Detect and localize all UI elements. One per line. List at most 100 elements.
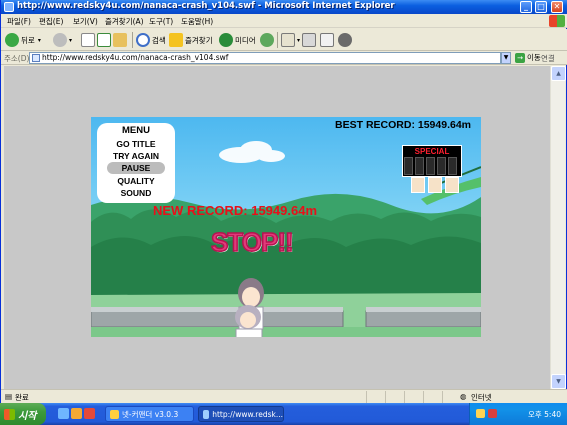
menu-pause-button[interactable]: PAUSE [107, 162, 165, 174]
taskbar: 시작 넷-커맨더 v3.0.3 http://www.redsk... 오후 5… [0, 403, 567, 425]
stop-icon [81, 33, 95, 47]
address-input[interactable]: http://www.redsky4u.com/nanaca-crash_v10… [29, 52, 501, 64]
special-panel: SPECIAL [402, 145, 462, 177]
mail-icon [281, 33, 295, 47]
close-button[interactable]: ✕ [551, 1, 563, 13]
stop-button[interactable] [81, 32, 97, 48]
globe-icon: ◍ [460, 392, 467, 401]
scroll-up-icon[interactable]: ▲ [551, 66, 566, 81]
standard-toolbar: 뒤로 ▾ ▾ 검색 즐겨찾기 미디어 ▾ [1, 29, 567, 51]
character-portrait [428, 177, 442, 193]
go-label: 이동 [527, 53, 541, 62]
quicklaunch-app-icon[interactable] [71, 408, 82, 419]
character-portrait [445, 177, 459, 193]
home-icon [113, 33, 127, 47]
ground-strip [91, 327, 481, 337]
menu-quality-button[interactable]: QUALITY [107, 175, 165, 187]
road-wall-mid [262, 310, 344, 328]
tray-icon[interactable] [488, 409, 497, 418]
special-slot [426, 157, 435, 175]
minimize-button[interactable]: _ [520, 1, 532, 13]
favorites-label: 즐겨찾기 [185, 35, 213, 45]
task-label: http://www.redsk... [212, 409, 283, 419]
links-button[interactable]: 연결 [541, 53, 555, 64]
mail-button[interactable]: ▾ [281, 32, 300, 48]
vertical-scrollbar[interactable]: ▲ ▼ [550, 66, 566, 389]
print-button[interactable] [302, 32, 318, 48]
go-button[interactable]: → 이동 [515, 52, 541, 63]
menu-go-title-button[interactable]: GO TITLE [107, 138, 165, 150]
status-divider [385, 391, 386, 403]
scroll-down-icon[interactable]: ▼ [551, 374, 566, 389]
status-divider [423, 391, 424, 403]
task-label: 넷-커맨더 v3.0.3 [122, 409, 179, 419]
menu-help[interactable]: 도움말(H) [181, 16, 213, 27]
home-button[interactable] [113, 32, 129, 48]
stop-banner: STOP!! [210, 226, 294, 258]
task-button-netcommander[interactable]: 넷-커맨더 v3.0.3 [105, 406, 194, 422]
edit-button[interactable] [320, 32, 336, 48]
ie-task-icon [203, 409, 210, 419]
page-icon [32, 54, 40, 62]
menu-try-again-button[interactable]: TRY AGAIN [107, 150, 165, 162]
status-divider [404, 391, 405, 403]
mail-dropdown-icon[interactable]: ▾ [297, 37, 300, 44]
menu-view[interactable]: 보기(V) [73, 16, 98, 27]
road-wall-right [365, 310, 481, 328]
best-record-text: BEST RECORD: 15949.64m [335, 119, 471, 131]
address-label: 주소(D) [4, 54, 30, 63]
history-button[interactable] [260, 32, 276, 48]
menu-file[interactable]: 파일(F) [7, 16, 31, 27]
address-bar: 주소(D) http://www.redsky4u.com/nanaca-cra… [1, 51, 567, 65]
menu-edit[interactable]: 편집(E) [39, 16, 63, 27]
system-tray: 오후 5:40 [469, 403, 567, 425]
search-button[interactable]: 검색 [136, 32, 166, 48]
refresh-icon [97, 33, 111, 47]
start-label: 시작 [18, 410, 37, 422]
character-portrait [411, 177, 425, 193]
menu-tools[interactable]: 도구(T) [149, 16, 173, 27]
menu-sound-button[interactable]: SOUND [107, 187, 165, 199]
start-button[interactable]: 시작 [0, 403, 46, 425]
character-sprite [235, 278, 264, 337]
windows-logo-icon [549, 15, 565, 27]
tray-icon[interactable] [476, 409, 485, 418]
new-record-text: NEW RECORD: 15949.64m [153, 203, 317, 218]
special-slot [415, 157, 424, 175]
go-arrow-icon: → [515, 52, 525, 63]
quicklaunch-ie-icon[interactable] [58, 408, 69, 419]
menu-favorites[interactable]: 즐겨찾기(A) [105, 16, 144, 27]
forward-button[interactable]: ▾ [53, 32, 72, 48]
status-bar: ▤ 완료 ◍ 인터넷 [1, 389, 567, 403]
browser-window: http://www.redsky4u.com/nanaca-crash_v10… [0, 0, 567, 403]
flash-game[interactable]: MENU GO TITLE TRY AGAIN PAUSE QUALITY SO… [91, 117, 481, 337]
address-dropdown-icon[interactable]: ▼ [501, 52, 511, 64]
special-label: SPECIAL [414, 147, 450, 156]
window-title: http://www.redsky4u.com/nanaca-crash_v10… [17, 1, 395, 11]
clock: 오후 5:40 [527, 410, 561, 419]
status-divider [442, 391, 443, 403]
search-icon [136, 33, 150, 47]
back-button[interactable]: 뒤로 ▾ [5, 32, 41, 48]
road-wall-top-mid [263, 307, 343, 312]
messenger-button[interactable] [338, 32, 354, 48]
task-button-ie[interactable]: http://www.redsk... [198, 406, 284, 422]
refresh-button[interactable] [97, 32, 113, 48]
status-divider [366, 391, 367, 403]
search-label: 검색 [152, 35, 166, 45]
address-url: http://www.redsky4u.com/nanaca-crash_v10… [42, 53, 229, 62]
title-bar[interactable]: http://www.redsky4u.com/nanaca-crash_v10… [1, 0, 567, 14]
windows-flag-icon [4, 408, 15, 420]
quicklaunch-media-icon[interactable] [84, 408, 95, 419]
back-dropdown-icon[interactable]: ▾ [38, 37, 41, 44]
status-text: 완료 [15, 393, 29, 402]
maximize-button[interactable]: □ [535, 1, 547, 13]
road-wall-top-right [366, 307, 481, 312]
forward-dropdown-icon[interactable]: ▾ [69, 37, 72, 44]
netcommander-icon [110, 409, 119, 419]
media-button[interactable]: 미디어 [219, 32, 256, 48]
favorites-button[interactable]: 즐겨찾기 [169, 32, 213, 48]
back-arrow-icon [5, 33, 19, 47]
game-menu-panel: MENU GO TITLE TRY AGAIN PAUSE QUALITY SO… [97, 123, 175, 203]
special-slot [437, 157, 446, 175]
